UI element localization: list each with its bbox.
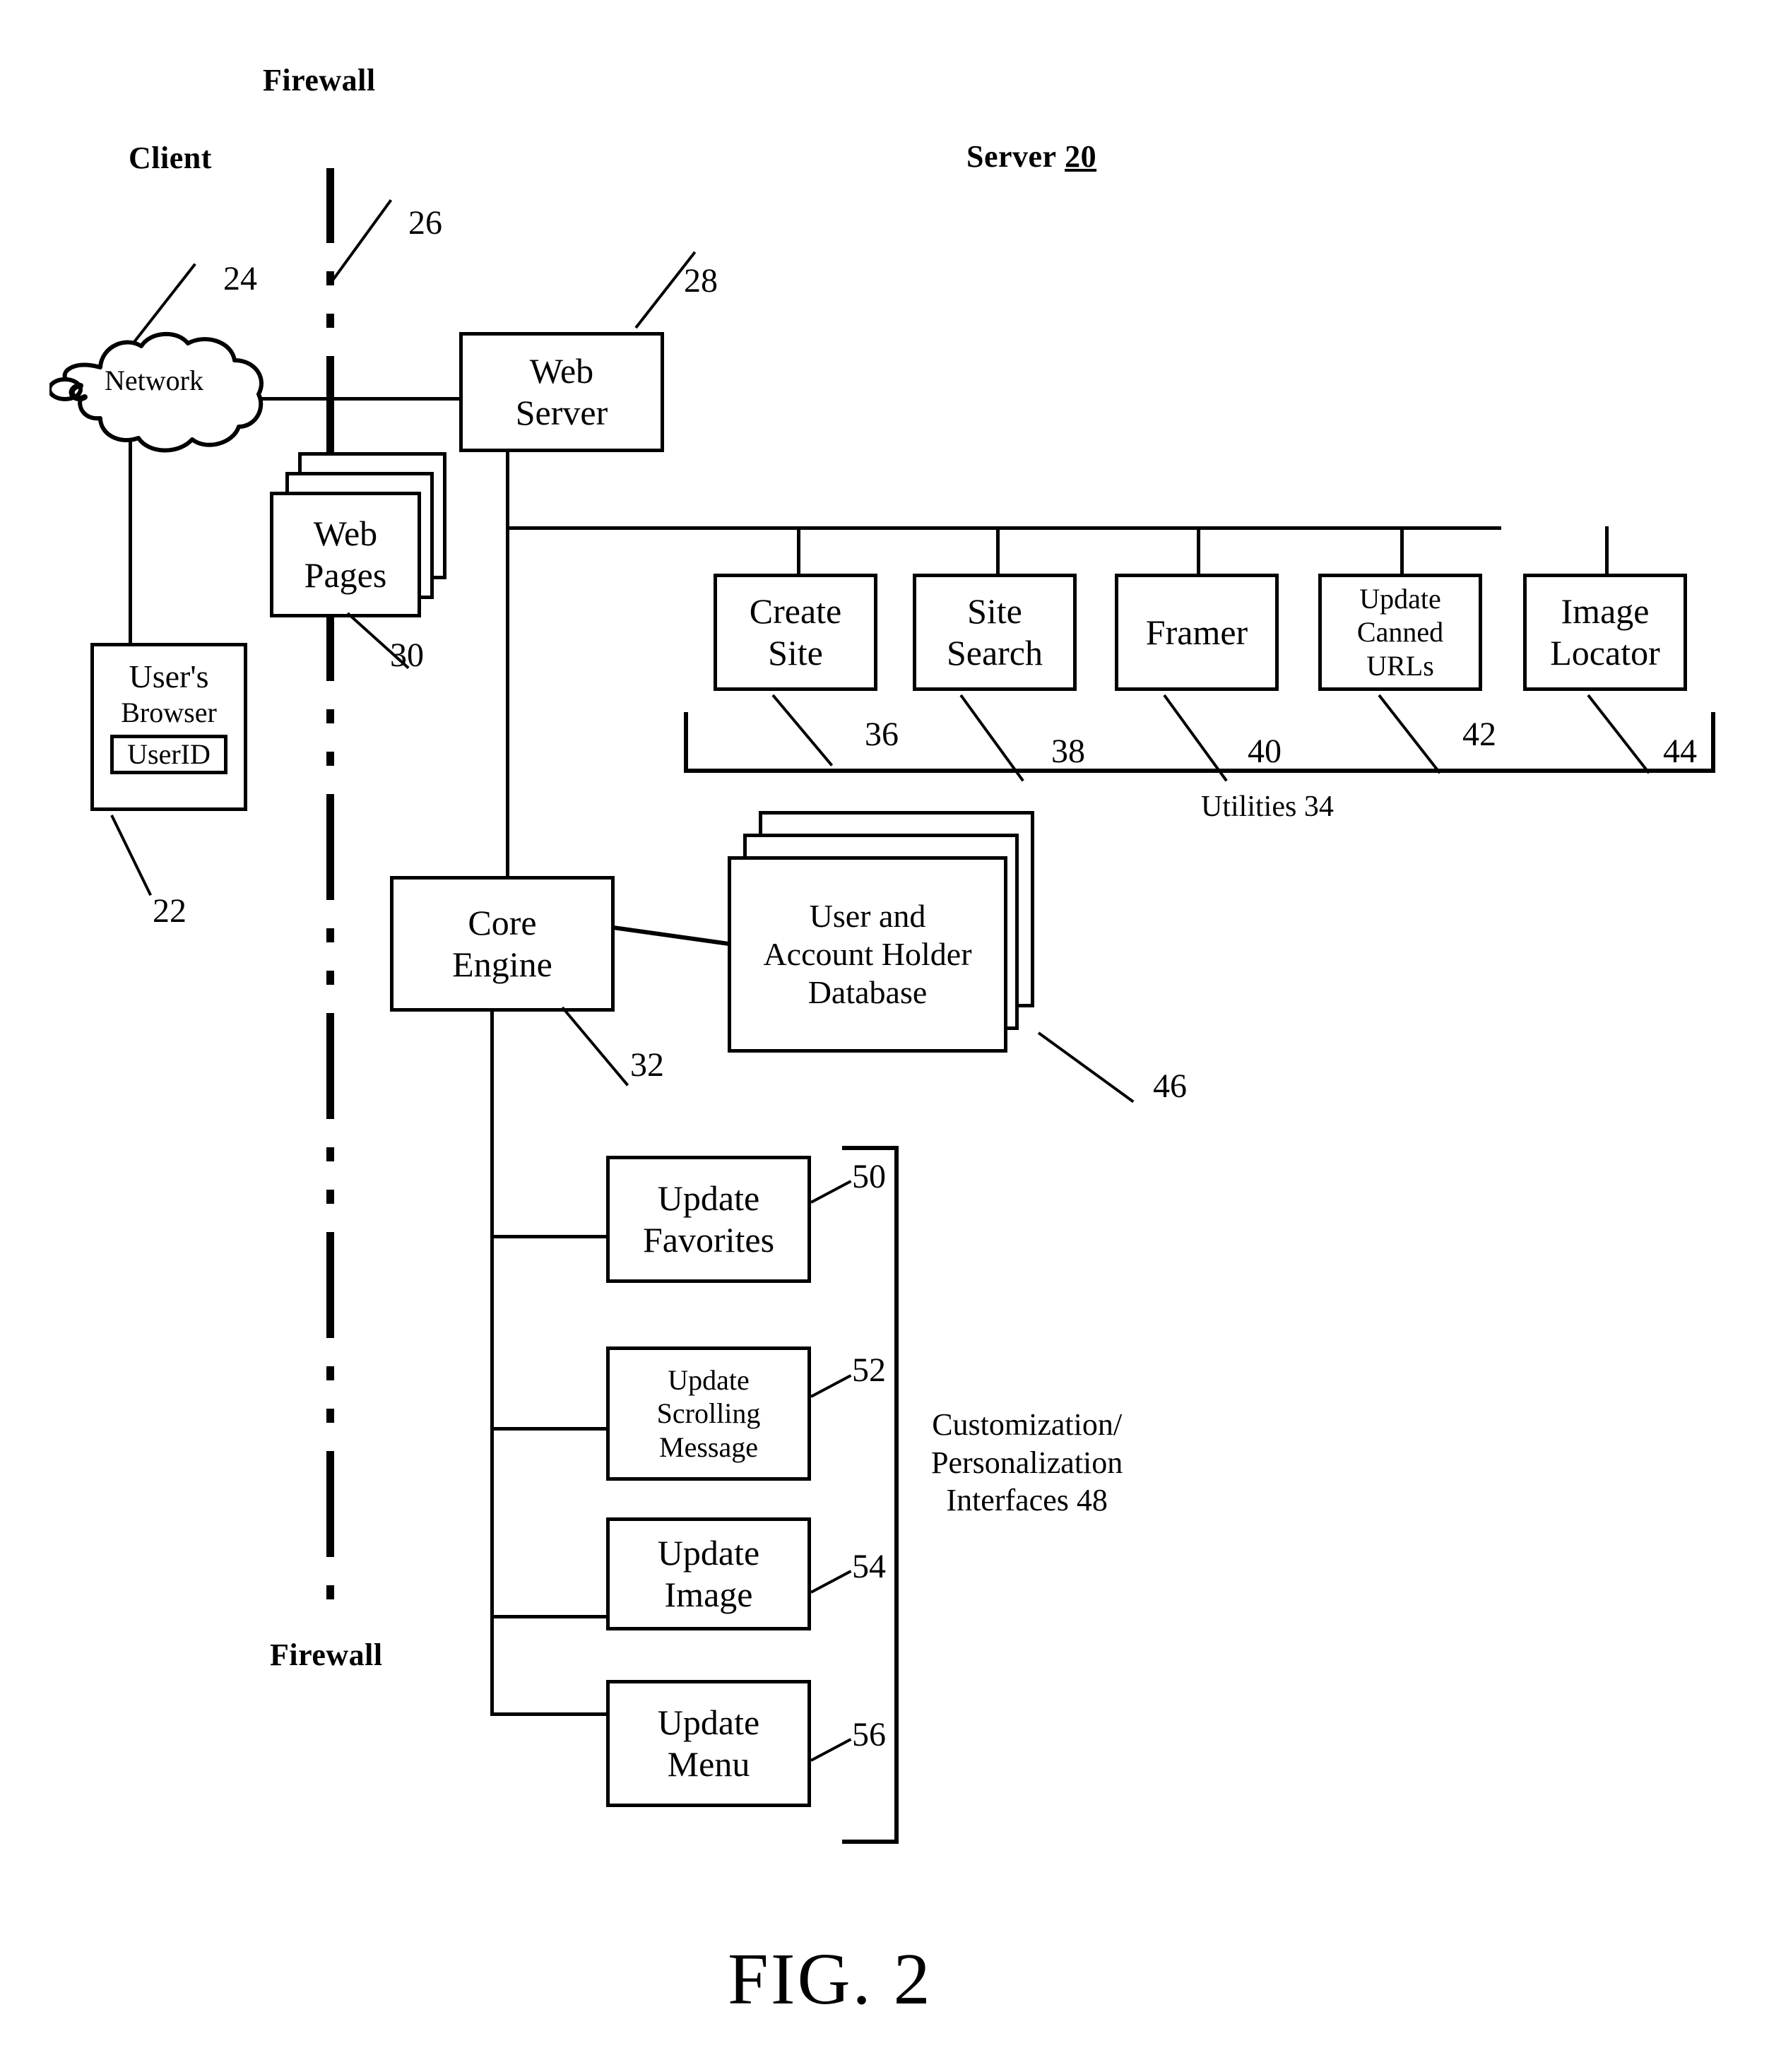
utilities-bracket [684,712,1715,773]
server-label-word: Server [966,139,1057,174]
server-label-number: 20 [1065,139,1097,174]
users-browser-line1: User's [129,658,209,694]
branch-to-update-menu [490,1712,606,1716]
branch-to-update-favorites [490,1235,606,1238]
utility-3-line1: Update [1359,583,1441,615]
ref-32: 32 [630,1046,664,1084]
customization-bracket [842,1146,899,1844]
utility-box-framer[interactable]: Framer [1115,574,1279,691]
client-label: Client [129,141,212,175]
customization-group-label: Customization/ Personalization Interface… [931,1406,1123,1520]
ref-24: 24 [223,260,257,297]
utility-drop-4 [1400,526,1404,576]
utility-drop-3 [1197,526,1200,576]
utility-4-line2: Locator [1550,633,1660,673]
database-front-sheet: User and Account Holder Database [728,856,1007,1053]
web-server-line2: Server [515,393,608,432]
interface-0-line1: Update [657,1178,760,1218]
interface-box-update-favorites[interactable]: Update Favorites [606,1156,811,1283]
utility-0-line1: Create [749,591,842,631]
userid-label: UserID [127,738,211,771]
core-engine-line1: Core [468,903,537,942]
interface-1-line1: Update [668,1364,750,1397]
database-line3: Database [807,974,928,1011]
server-label: Server 20 [966,138,1096,174]
web-pages-front-sheet: Web Pages [270,492,421,617]
branch-to-update-scrolling-message [490,1427,606,1431]
customization-group-line1: Customization/ [932,1407,1123,1442]
interface-3-line2: Menu [667,1744,750,1784]
core-to-interfaces-trunk [490,1012,494,1715]
interface-2-line2: Image [664,1575,753,1614]
interface-1-line3: Message [659,1431,758,1463]
patent-figure-page: Firewall Client Server 20 Firewall 26 Ne… [0,0,1781,2072]
figure-caption: FIG. 2 [728,1938,933,2020]
utility-1-line2: Search [946,633,1043,673]
interface-box-update-image[interactable]: Update Image [606,1517,811,1630]
interface-0-line2: Favorites [642,1220,775,1260]
ref-26: 26 [408,204,442,242]
web-pages-line2: Pages [304,555,387,595]
ref-22: 22 [153,892,187,930]
web-pages-stack[interactable]: Web Pages [270,452,446,618]
web-pages-line1: Web [313,514,378,553]
interface-box-update-menu[interactable]: Update Menu [606,1680,811,1807]
ref-26-leader [331,199,393,283]
web-server-line1: Web [529,351,594,391]
webserver-to-core-line [506,452,509,884]
utility-box-site-search[interactable]: Site Search [913,574,1077,691]
database-line2: Account Holder [763,935,972,972]
utility-box-create-site[interactable]: Create Site [714,574,877,691]
utility-drop-5 [1605,526,1609,576]
customization-group-line3: Interfaces 48 [946,1483,1108,1518]
userid-field[interactable]: UserID [110,735,227,775]
utility-drop-1 [797,526,800,576]
core-engine-line2: Engine [452,945,552,984]
branch-to-update-image [490,1615,606,1618]
utility-1-line1: Site [967,591,1022,631]
database-line1: User and [809,897,926,934]
ref-30: 30 [390,637,424,674]
interface-2-line1: Update [657,1533,760,1573]
ref-46: 46 [1153,1067,1187,1105]
utility-4-line1: Image [1561,591,1650,631]
firewall-top-label: Firewall [263,63,376,97]
network-label: Network [105,365,203,396]
ref-32-leader [561,1006,629,1087]
ref-22-leader [110,815,153,896]
interface-3-line1: Update [657,1703,760,1742]
customization-group-line2: Personalization [931,1445,1123,1480]
utility-3-line3: URLs [1366,649,1434,682]
utility-drop-2 [996,526,1000,576]
utility-box-update-canned-urls[interactable]: Update Canned URLs [1318,574,1482,691]
utility-2-line1: Framer [1145,612,1248,652]
utility-0-line2: Site [768,633,823,673]
core-engine-box[interactable]: Core Engine [390,876,615,1012]
utility-3-line2: Canned [1356,616,1444,649]
network-to-webserver-line [260,397,459,401]
ref-28: 28 [684,262,718,300]
utilities-group-label: Utilities 34 [1201,791,1334,823]
firewall-boundary-line [326,168,334,1608]
firewall-bottom-label: Firewall [270,1638,383,1672]
utility-box-image-locator[interactable]: Image Locator [1523,574,1687,691]
database-stack[interactable]: User and Account Holder Database [728,811,1034,1053]
interface-1-line2: Scrolling [656,1397,761,1430]
users-browser-box[interactable]: User's Browser UserID [90,643,247,811]
core-to-database-line [613,925,734,947]
utilities-bus-line [506,526,1501,530]
interface-box-update-scrolling-message[interactable]: Update Scrolling Message [606,1346,811,1481]
ref-46-leader [1037,1031,1135,1103]
users-browser-line2: Browser [121,697,217,729]
network-to-browser-line [129,438,132,643]
web-server-box[interactable]: Web Server [459,332,664,452]
